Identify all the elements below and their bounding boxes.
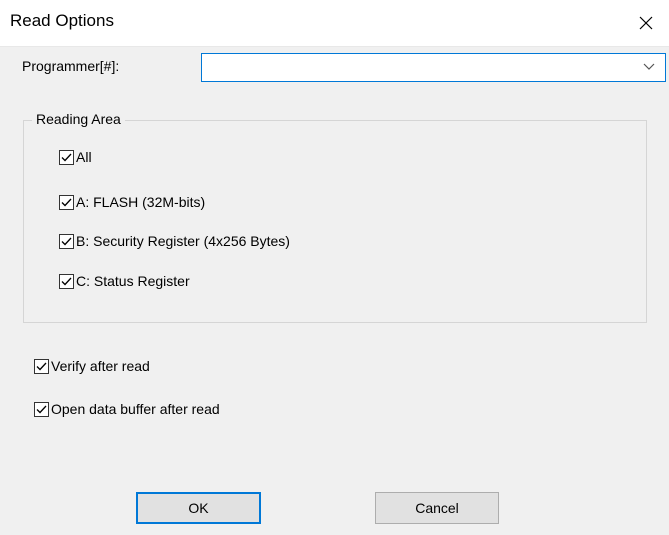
ok-button[interactable]: OK (136, 492, 261, 524)
checkmark-icon (61, 277, 72, 285)
programmer-dropdown[interactable] (201, 53, 666, 82)
checkbox-security-register[interactable]: B: Security Register (4x256 Bytes) (59, 232, 290, 250)
checkmark-icon (36, 405, 47, 413)
checkbox-label: All (76, 149, 92, 165)
checkbox-label: C: Status Register (76, 273, 190, 289)
checkbox-verify-after-read[interactable]: Verify after read (34, 357, 150, 375)
close-icon (639, 16, 653, 30)
checkmark-icon (61, 153, 72, 161)
checkmark-icon (61, 198, 72, 206)
checkbox-label: Open data buffer after read (51, 401, 220, 417)
checkbox-flash[interactable]: A: FLASH (32M-bits) (59, 193, 205, 211)
checkbox-status-register[interactable]: C: Status Register (59, 272, 190, 290)
title-bar: Read Options (0, 0, 669, 47)
cancel-button[interactable]: Cancel (375, 492, 499, 524)
close-button[interactable] (623, 0, 669, 46)
checkbox-open-buffer-after-read[interactable]: Open data buffer after read (34, 400, 220, 418)
checkmark-icon (36, 362, 47, 370)
chevron-down-icon (643, 63, 655, 70)
checkbox-box[interactable] (59, 273, 74, 289)
reading-area-title: Reading Area (32, 111, 125, 127)
programmer-label: Programmer[#]: (22, 58, 120, 74)
dialog-title: Read Options (10, 11, 114, 30)
checkbox-box[interactable] (59, 194, 74, 210)
checkbox-label: B: Security Register (4x256 Bytes) (76, 233, 290, 249)
checkbox-label: Verify after read (51, 358, 150, 374)
checkbox-box[interactable] (34, 358, 49, 374)
checkbox-box[interactable] (59, 233, 74, 249)
checkbox-box[interactable] (34, 401, 49, 417)
checkmark-icon (61, 237, 72, 245)
checkbox-label: A: FLASH (32M-bits) (76, 194, 206, 210)
reading-area-group (23, 120, 647, 323)
checkbox-box[interactable] (59, 149, 74, 165)
checkbox-all[interactable]: All (59, 148, 92, 166)
